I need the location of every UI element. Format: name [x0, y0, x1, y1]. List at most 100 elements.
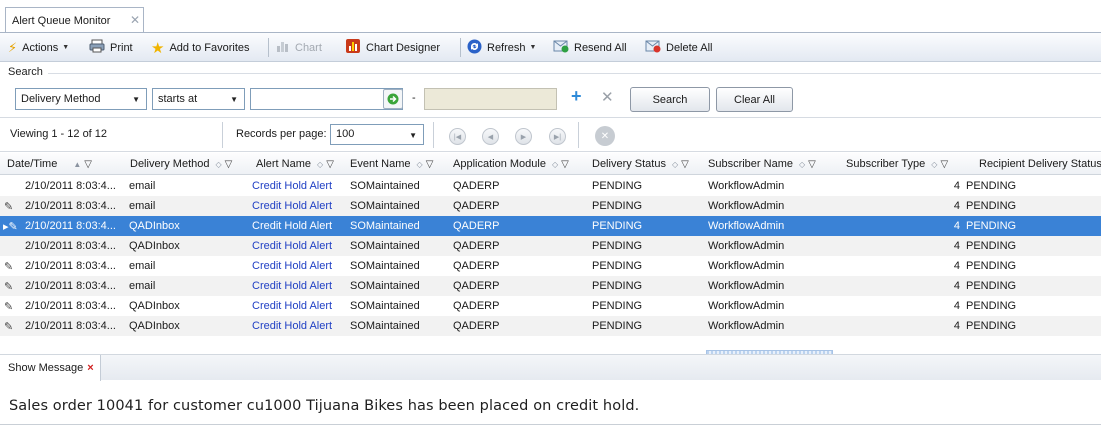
cell-delivery-method: email — [129, 280, 156, 292]
table-row[interactable]: ✎ 2/10/2011 8:03:4... email Credit Hold … — [0, 276, 1101, 296]
cell-subscriber-type: 4 — [953, 260, 960, 272]
column-header-recipient-delivery-status[interactable]: Recipient Delivery Status — [979, 153, 1101, 175]
tab-title: Alert Queue Monitor — [12, 15, 111, 27]
column-header-subscriber-name[interactable]: Subscriber Name ◇ ▽ — [708, 153, 816, 175]
filter-icon[interactable]: ▽ — [326, 159, 334, 170]
previous-page-icon[interactable]: ◀ — [482, 128, 499, 145]
table-row[interactable]: 2/10/2011 8:03:4... QADInbox Credit Hold… — [0, 236, 1101, 256]
row-edit-icon: ✎ — [4, 260, 14, 273]
column-header-delivery-method[interactable]: Delivery Method ◇ ▽ — [130, 153, 232, 175]
sort-icon[interactable]: ◇ — [931, 160, 937, 169]
records-per-page-select[interactable]: 100 ▼ — [330, 124, 424, 145]
cell-delivery-status: PENDING — [592, 180, 643, 192]
actions-menu-button[interactable]: ⚡ Actions ▼ — [8, 33, 69, 62]
sort-icon[interactable]: ◇ — [672, 160, 678, 169]
pager-bar: Viewing 1 - 12 of 12 Records per page: 1… — [0, 117, 1101, 152]
show-message-label: Show Message — [8, 362, 84, 374]
cell-recipient-delivery-status: PENDING — [966, 240, 1017, 252]
refresh-menu-button[interactable]: Refresh ▼ — [467, 33, 536, 62]
filter-icon[interactable]: ▽ — [225, 159, 233, 170]
sort-ascending-icon[interactable]: ▲ — [73, 160, 81, 169]
add-to-favorites-button[interactable]: ★ Add to Favorites — [151, 33, 250, 62]
delete-all-button[interactable]: Delete All — [645, 33, 712, 62]
print-button[interactable]: Print — [89, 33, 133, 62]
column-header-label: Subscriber Name — [708, 158, 793, 170]
search-operator-select[interactable]: starts at ▼ — [152, 88, 245, 110]
cell-event-name: SOMaintained — [350, 200, 420, 212]
column-header-application-module[interactable]: Application Module ◇ ▽ — [453, 153, 569, 175]
column-header-datetime[interactable]: Date/Time ▲ ▽ — [7, 153, 92, 175]
cell-alert-name-link[interactable]: Credit Hold Alert — [252, 216, 332, 236]
cell-event-name: SOMaintained — [350, 240, 420, 252]
search-button[interactable]: Search — [630, 87, 710, 112]
cell-alert-name-link[interactable]: Credit Hold Alert — [252, 256, 332, 276]
cell-delivery-method: email — [129, 180, 156, 192]
toolbar: ⚡ Actions ▼ Print ★ Add to Favorites Cha… — [0, 33, 1101, 62]
column-header-label: Date/Time — [7, 158, 58, 170]
search-value-input[interactable] — [250, 88, 403, 110]
tab-alert-queue-monitor[interactable]: Alert Queue Monitor ✕ — [5, 7, 144, 33]
table-row[interactable]: 2/10/2011 8:03:4... email Credit Hold Al… — [0, 176, 1101, 196]
cell-subscriber-type: 4 — [953, 280, 960, 292]
remove-criteria-icon[interactable]: ✕ — [601, 88, 614, 106]
cell-subscriber-name: WorkflowAdmin — [708, 200, 785, 212]
filter-icon[interactable]: ▽ — [808, 159, 816, 170]
filter-icon[interactable]: ▽ — [940, 159, 948, 170]
sort-icon[interactable]: ◇ — [552, 160, 558, 169]
search-field-select[interactable]: Delivery Method ▼ — [15, 88, 147, 110]
column-header-event-name[interactable]: Event Name ◇ ▽ — [350, 153, 433, 175]
column-header-alert-name[interactable]: Alert Name ◇ ▽ — [256, 153, 334, 175]
chart-designer-button[interactable]: Chart Designer — [345, 33, 440, 62]
chevron-down-icon: ▼ — [529, 44, 537, 51]
column-header-subscriber-type[interactable]: Subscriber Type ◇ ▽ — [846, 153, 948, 175]
cell-datetime: 2/10/2011 8:03:4... — [25, 180, 116, 192]
column-header-delivery-status[interactable]: Delivery Status ◇ ▽ — [592, 153, 689, 175]
cell-delivery-status: PENDING — [592, 280, 643, 292]
table-row[interactable]: ✎ 2/10/2011 8:03:4... QADInbox Credit Ho… — [0, 316, 1101, 336]
first-page-icon[interactable]: |◀ — [449, 128, 466, 145]
cell-alert-name-link[interactable]: Credit Hold Alert — [252, 236, 332, 256]
tab-show-message[interactable]: Show Message × — [0, 355, 101, 381]
cell-delivery-method: QADInbox — [129, 300, 180, 312]
go-arrow-icon — [387, 93, 399, 105]
next-page-icon[interactable]: ▶ — [515, 128, 532, 145]
last-page-icon[interactable]: ▶| — [549, 128, 566, 145]
cell-subscriber-type: 4 — [953, 240, 960, 252]
sort-icon[interactable]: ◇ — [317, 160, 323, 169]
search-go-button[interactable] — [383, 89, 403, 109]
sort-icon[interactable]: ◇ — [799, 160, 805, 169]
filter-icon[interactable]: ▽ — [426, 159, 434, 170]
cell-alert-name-link[interactable]: Credit Hold Alert — [252, 296, 332, 316]
cell-event-name: SOMaintained — [350, 220, 420, 232]
cell-alert-name-link[interactable]: Credit Hold Alert — [252, 276, 332, 296]
column-header-label: Subscriber Type — [846, 158, 926, 170]
close-icon[interactable]: × — [87, 362, 93, 374]
add-criteria-icon[interactable]: + — [571, 86, 582, 107]
search-to-value-input — [424, 88, 557, 110]
chart-button[interactable]: Chart — [276, 33, 322, 62]
table-row[interactable]: ✎ 2/10/2011 8:03:4... email Credit Hold … — [0, 196, 1101, 216]
cell-delivery-status: PENDING — [592, 260, 643, 272]
table-row-selected[interactable]: ▸✎ 2/10/2011 8:03:4... QADInbox Credit H… — [0, 216, 1101, 236]
column-header-label: Application Module — [453, 158, 546, 170]
table-row[interactable]: ✎ 2/10/2011 8:03:4... email Credit Hold … — [0, 256, 1101, 276]
sort-icon[interactable]: ◇ — [215, 160, 221, 169]
close-icon[interactable]: ✕ — [130, 13, 140, 27]
cell-recipient-delivery-status: PENDING — [966, 220, 1017, 232]
cell-recipient-delivery-status: PENDING — [966, 260, 1017, 272]
cell-alert-name-link[interactable]: Credit Hold Alert — [252, 316, 332, 336]
stop-icon[interactable]: ✕ — [595, 126, 615, 146]
clear-all-button[interactable]: Clear All — [716, 87, 793, 112]
refresh-label: Refresh — [487, 41, 526, 54]
cell-application-module: QADERP — [453, 180, 500, 192]
resend-all-button[interactable]: Resend All — [553, 33, 627, 62]
filter-icon[interactable]: ▽ — [561, 159, 569, 170]
table-row[interactable]: ✎ 2/10/2011 8:03:4... QADInbox Credit Ho… — [0, 296, 1101, 316]
chevron-down-icon: ▼ — [132, 95, 140, 104]
cell-alert-name-link[interactable]: Credit Hold Alert — [252, 196, 332, 216]
filter-icon[interactable]: ▽ — [84, 159, 92, 170]
filter-icon[interactable]: ▽ — [681, 159, 689, 170]
records-per-page-label: Records per page: — [236, 128, 327, 140]
sort-icon[interactable]: ◇ — [417, 160, 423, 169]
cell-alert-name-link[interactable]: Credit Hold Alert — [252, 176, 332, 196]
